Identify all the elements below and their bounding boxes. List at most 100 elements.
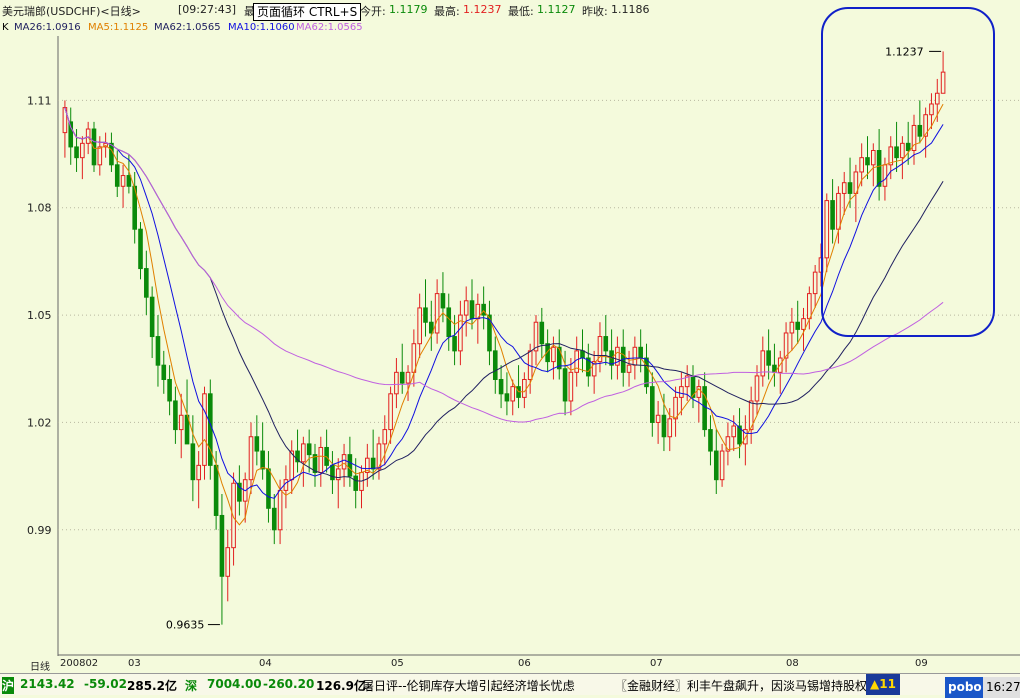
candle bbox=[609, 329, 614, 380]
x-tick-03: 03 bbox=[128, 658, 141, 669]
candle bbox=[458, 300, 463, 366]
candle bbox=[434, 279, 440, 344]
sz-label: 深 bbox=[185, 679, 198, 693]
ma5-line bbox=[64, 103, 944, 526]
candle bbox=[423, 279, 428, 337]
max-price-label: 1.1237 bbox=[885, 45, 924, 58]
candle bbox=[667, 408, 673, 452]
candle bbox=[260, 422, 265, 480]
candle bbox=[283, 465, 289, 509]
candle bbox=[207, 379, 213, 480]
candle bbox=[498, 365, 504, 409]
candle bbox=[615, 336, 620, 380]
candle bbox=[597, 322, 603, 373]
min-price-label: 0.9635 bbox=[166, 619, 205, 632]
candle bbox=[178, 393, 184, 459]
candle bbox=[237, 465, 242, 516]
candle bbox=[591, 350, 597, 394]
candle bbox=[492, 336, 498, 394]
candle bbox=[463, 286, 469, 337]
candle bbox=[301, 436, 306, 487]
candle bbox=[330, 451, 335, 494]
candle bbox=[638, 329, 643, 373]
sz-change: -260.20 bbox=[263, 677, 315, 691]
candle bbox=[917, 100, 923, 144]
candle bbox=[202, 386, 207, 480]
candle bbox=[690, 365, 696, 409]
candle bbox=[824, 193, 830, 273]
candle bbox=[719, 443, 725, 487]
candlestick-chart[interactable]: 1.11 1.08 1.05 1.02 0.99 1.1237 0.9635 bbox=[0, 0, 1020, 694]
candle bbox=[568, 358, 574, 416]
x-tick-05: 05 bbox=[391, 658, 404, 669]
candle bbox=[167, 365, 172, 416]
candle bbox=[446, 293, 452, 351]
x-tick-start: 200802 bbox=[60, 658, 99, 669]
alert-badge[interactable]: ▲11 bbox=[866, 674, 900, 695]
candle bbox=[702, 372, 707, 437]
candle bbox=[80, 136, 85, 180]
candle bbox=[783, 322, 789, 373]
candle bbox=[68, 107, 74, 165]
sh-turnover: 285.2亿 bbox=[127, 679, 177, 693]
candle bbox=[795, 300, 801, 344]
candle bbox=[737, 408, 742, 459]
candle bbox=[725, 422, 731, 466]
candle bbox=[481, 286, 486, 330]
candle bbox=[365, 443, 370, 487]
candle bbox=[196, 451, 201, 509]
candle bbox=[149, 286, 155, 359]
candle bbox=[539, 307, 545, 359]
candle bbox=[603, 315, 609, 366]
candle bbox=[219, 493, 225, 625]
candle bbox=[556, 329, 562, 380]
candle bbox=[144, 250, 149, 316]
candle bbox=[841, 171, 847, 215]
candle bbox=[487, 300, 492, 366]
candle bbox=[574, 336, 580, 387]
candle bbox=[586, 343, 591, 387]
candle bbox=[876, 129, 882, 201]
candle bbox=[777, 350, 783, 394]
candle bbox=[551, 336, 556, 380]
news-item-2[interactable]: 〖金融财经〗利丰午盘飙升，因淡马锡增持股权 bbox=[615, 677, 867, 694]
sh-change: -59.02 bbox=[84, 677, 127, 691]
candle bbox=[295, 429, 300, 473]
candle bbox=[132, 171, 138, 244]
candle bbox=[225, 529, 231, 602]
x-tick-08: 08 bbox=[786, 658, 799, 669]
candle bbox=[289, 440, 295, 494]
candle bbox=[324, 429, 329, 473]
sz-index: 7004.00 bbox=[207, 677, 262, 691]
market-ticker: 沪 2143.42 -59.02 285.2亿 深 7004.00 -260.2… bbox=[0, 673, 1020, 698]
y-tick-label: 0.99 bbox=[27, 524, 52, 537]
candle bbox=[341, 443, 347, 487]
sh-index: 2143.42 bbox=[20, 677, 75, 691]
candle bbox=[789, 307, 795, 351]
y-tick-label: 1.05 bbox=[27, 309, 52, 322]
sz-turnover: 126.9亿 bbox=[316, 679, 366, 693]
y-tick-label: 1.08 bbox=[27, 202, 52, 215]
candle bbox=[173, 386, 178, 444]
candle bbox=[248, 422, 254, 494]
candle bbox=[812, 264, 818, 308]
candle bbox=[504, 372, 510, 416]
candle bbox=[894, 121, 899, 172]
candle bbox=[405, 365, 411, 401]
candle bbox=[911, 114, 917, 165]
news-item-1[interactable]: 屠日评--伦铜库存大增引起经济增长忧虑 bbox=[362, 677, 575, 694]
page-cycle-tooltip: 页面循环 CTRL+S bbox=[253, 3, 362, 21]
ma62-line bbox=[64, 107, 944, 423]
candle bbox=[161, 350, 167, 394]
candle bbox=[626, 350, 632, 387]
candle bbox=[940, 51, 946, 94]
candle bbox=[696, 379, 702, 423]
candle bbox=[708, 415, 713, 466]
candle bbox=[394, 358, 399, 409]
candle bbox=[312, 443, 318, 487]
brand-logo: pobo bbox=[945, 677, 985, 698]
candle bbox=[713, 429, 719, 494]
candle bbox=[428, 300, 434, 351]
candle bbox=[533, 315, 539, 366]
x-tick-period: 日线 bbox=[30, 662, 50, 673]
